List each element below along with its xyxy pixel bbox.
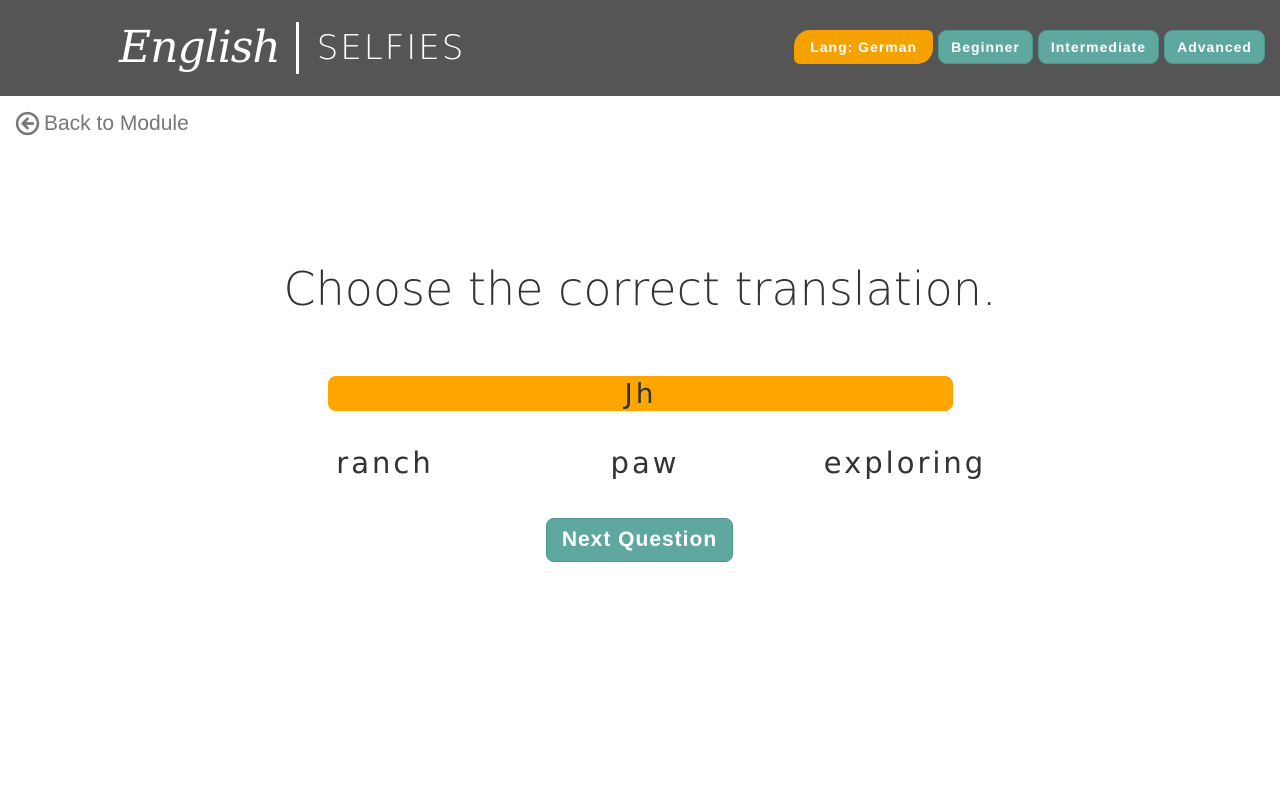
logo-script-text: English	[119, 22, 281, 73]
beginner-button[interactable]: Beginner	[938, 30, 1033, 64]
intermediate-button[interactable]: Intermediate	[1037, 30, 1160, 64]
quiz-prompt: Choose the correct translation.	[283, 262, 997, 316]
answer-option-2[interactable]: paw	[535, 446, 755, 480]
arrow-left-circle-icon	[15, 111, 40, 136]
advanced-button[interactable]: Advanced	[1164, 30, 1265, 64]
quiz-word-text: Jh	[624, 377, 657, 410]
header-nav: Lang: German Beginner Intermediate Advan…	[794, 30, 1265, 64]
next-question-button[interactable]: Next Question	[546, 518, 733, 562]
language-button[interactable]: Lang: German	[794, 30, 934, 64]
answer-option-1[interactable]: ranch	[275, 446, 495, 480]
answer-option-3[interactable]: exploring	[795, 446, 1015, 480]
back-link-label: Back to Module	[44, 111, 189, 135]
back-to-module-link[interactable]: Back to Module	[15, 111, 189, 136]
quiz-word: Jh	[328, 376, 953, 411]
logo-brand-text: SELFIES	[316, 28, 466, 68]
site-logo[interactable]: English SELFIES	[119, 10, 465, 86]
logo-divider	[295, 22, 299, 74]
site-header: English SELFIES Lang: German Beginner In…	[0, 0, 1280, 96]
